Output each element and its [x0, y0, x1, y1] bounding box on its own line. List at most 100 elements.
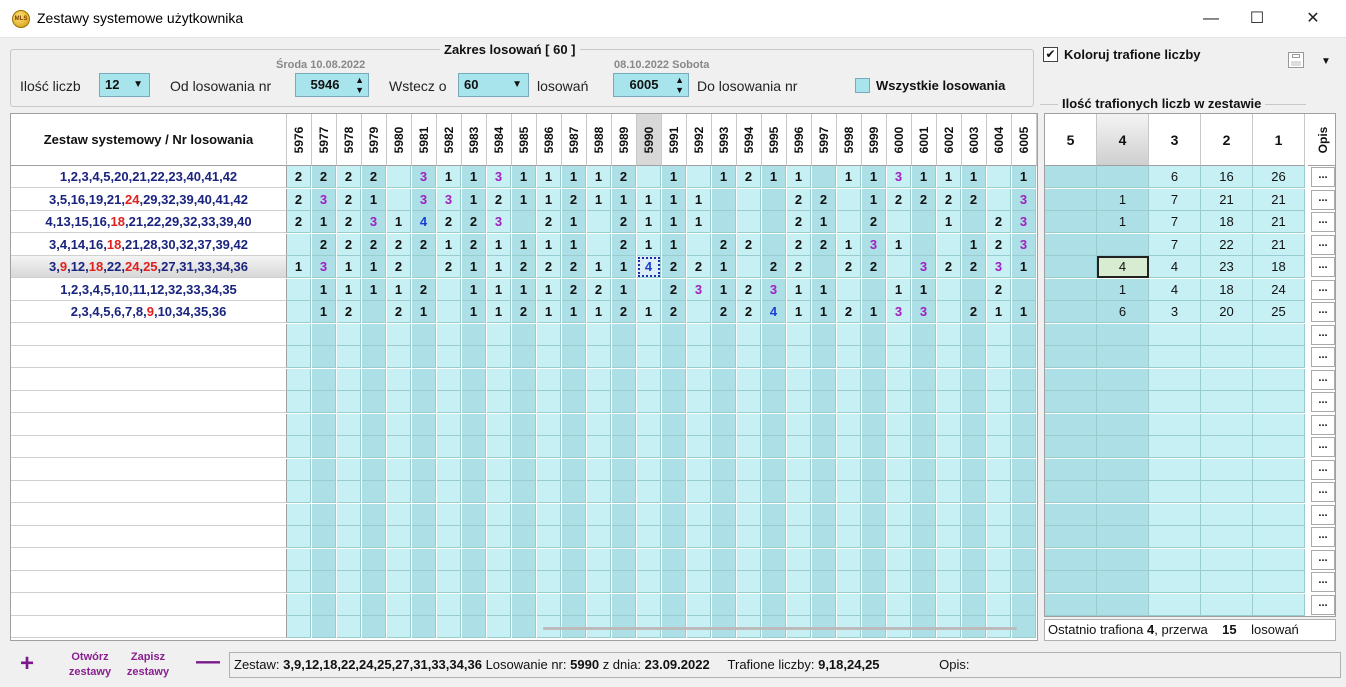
hits-count-cell[interactable]: 7: [1149, 233, 1201, 256]
empty-row-label[interactable]: [11, 616, 287, 638]
hits-col-header-5[interactable]: 5: [1045, 114, 1097, 166]
hits-count-cell[interactable]: 18: [1201, 211, 1253, 233]
hit-cell[interactable]: [312, 548, 336, 571]
hits-count-cell[interactable]: [1097, 526, 1149, 548]
hit-cell[interactable]: [662, 548, 686, 571]
hit-cell[interactable]: 1: [487, 278, 511, 301]
hits-count-cell[interactable]: [1045, 323, 1097, 346]
hit-cell[interactable]: [1012, 526, 1036, 548]
hit-cell[interactable]: [812, 481, 836, 503]
hit-cell[interactable]: [487, 436, 511, 458]
draw-header-5985[interactable]: 5985: [512, 114, 537, 166]
hits-count-cell[interactable]: [1045, 526, 1097, 548]
hit-cell[interactable]: [862, 413, 886, 436]
hit-cell[interactable]: [312, 436, 336, 458]
hit-cell[interactable]: [837, 323, 861, 346]
hit-cell[interactable]: [687, 368, 711, 391]
hit-cell[interactable]: 2: [937, 188, 961, 211]
hit-cell[interactable]: 1: [662, 188, 686, 211]
hit-cell[interactable]: 3: [912, 256, 936, 278]
hit-cell[interactable]: [462, 346, 486, 368]
hits-count-cell[interactable]: [1045, 481, 1097, 503]
hit-cell[interactable]: 1: [562, 233, 586, 256]
hit-cell[interactable]: [737, 526, 761, 548]
hit-cell[interactable]: [762, 211, 786, 233]
hit-cell[interactable]: [837, 211, 861, 233]
hit-cell[interactable]: [662, 458, 686, 481]
hit-cell[interactable]: [362, 436, 386, 458]
hit-cell[interactable]: 2: [337, 211, 361, 233]
hit-cell[interactable]: [412, 616, 436, 638]
hit-cell[interactable]: [612, 323, 636, 346]
hits-count-cell[interactable]: [1253, 413, 1305, 436]
hits-count-cell[interactable]: [1201, 323, 1253, 346]
hits-count-cell[interactable]: [1045, 188, 1097, 211]
hit-cell[interactable]: 1: [887, 278, 911, 301]
hit-cell[interactable]: [862, 391, 886, 413]
hit-cell[interactable]: [512, 211, 536, 233]
hit-cell[interactable]: [587, 323, 611, 346]
hit-cell[interactable]: 3: [487, 211, 511, 233]
hit-cell[interactable]: [862, 368, 886, 391]
hit-cell[interactable]: [887, 413, 911, 436]
description-button[interactable]: ...: [1311, 234, 1335, 255]
hit-cell[interactable]: 2: [387, 233, 411, 256]
hits-count-cell[interactable]: [1253, 593, 1305, 616]
hit-cell[interactable]: [712, 391, 736, 413]
hit-cell[interactable]: 1: [712, 256, 736, 278]
hit-cell[interactable]: [637, 323, 661, 346]
hit-cell[interactable]: [287, 278, 311, 301]
hit-cell[interactable]: 3: [762, 278, 786, 301]
hit-cell[interactable]: [737, 458, 761, 481]
hit-cell[interactable]: [712, 346, 736, 368]
hit-cell[interactable]: 2: [737, 233, 761, 256]
hit-cell[interactable]: [937, 503, 961, 526]
hit-cell[interactable]: 1: [462, 188, 486, 211]
hit-cell[interactable]: [787, 346, 811, 368]
hit-cell[interactable]: 1: [337, 278, 361, 301]
hit-cell[interactable]: [412, 391, 436, 413]
hit-cell[interactable]: 3: [862, 233, 886, 256]
hits-count-cell[interactable]: [1149, 481, 1201, 503]
hit-cell[interactable]: 2: [537, 211, 561, 233]
hit-cell[interactable]: [687, 301, 711, 323]
hits-count-cell[interactable]: [1149, 593, 1201, 616]
hit-cell[interactable]: [987, 593, 1011, 616]
hit-cell[interactable]: [587, 526, 611, 548]
draw-header-6002[interactable]: 6002: [937, 114, 962, 166]
hit-cell[interactable]: [562, 346, 586, 368]
hits-count-cell[interactable]: [1097, 413, 1149, 436]
hit-cell[interactable]: [537, 526, 561, 548]
hit-cell[interactable]: [912, 548, 936, 571]
description-button[interactable]: ...: [1311, 347, 1335, 367]
hits-count-cell[interactable]: [1253, 503, 1305, 526]
hits-count-cell[interactable]: 20: [1201, 301, 1253, 323]
hit-cell[interactable]: [712, 323, 736, 346]
hit-cell[interactable]: 3: [887, 166, 911, 188]
hit-cell[interactable]: 2: [562, 256, 586, 278]
hit-cell[interactable]: [837, 278, 861, 301]
hit-cell[interactable]: [337, 391, 361, 413]
hit-cell[interactable]: [937, 301, 961, 323]
hit-cell[interactable]: [987, 323, 1011, 346]
hit-cell[interactable]: [1012, 436, 1036, 458]
hit-cell[interactable]: [437, 481, 461, 503]
hit-cell[interactable]: [987, 526, 1011, 548]
hit-cell[interactable]: 1: [1012, 166, 1036, 188]
hit-cell[interactable]: 3: [312, 188, 336, 211]
hits-count-cell[interactable]: [1097, 436, 1149, 458]
hit-cell[interactable]: 3: [437, 188, 461, 211]
hits-count-cell[interactable]: [1253, 548, 1305, 571]
hit-cell[interactable]: [437, 323, 461, 346]
hits-count-cell[interactable]: 1: [1097, 188, 1149, 211]
hit-cell[interactable]: [712, 436, 736, 458]
hit-cell[interactable]: 2: [512, 256, 536, 278]
add-set-button[interactable]: +: [20, 650, 34, 678]
hit-cell[interactable]: [562, 413, 586, 436]
hit-cell[interactable]: [637, 526, 661, 548]
hit-cell[interactable]: [512, 481, 536, 503]
hit-cell[interactable]: [287, 481, 311, 503]
hit-cell[interactable]: 2: [587, 278, 611, 301]
hit-cell[interactable]: 1: [662, 166, 686, 188]
empty-row-label[interactable]: [11, 481, 287, 503]
